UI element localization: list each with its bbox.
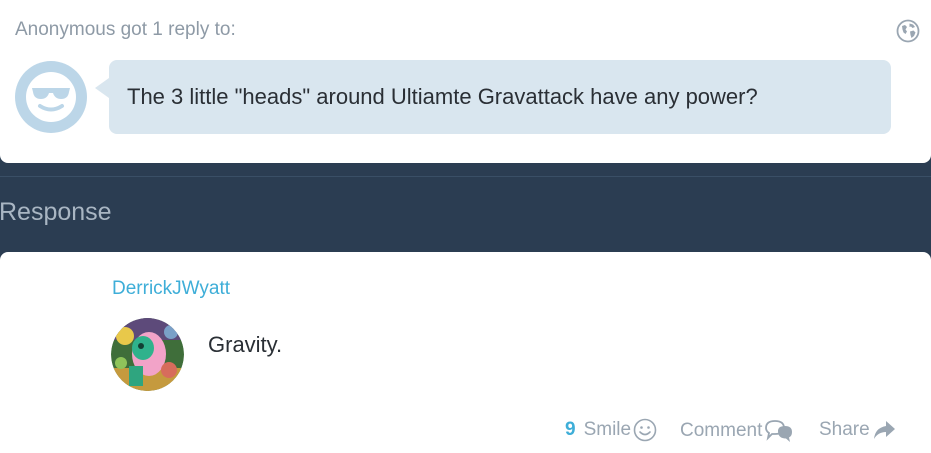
comment-bubbles-icon bbox=[765, 420, 793, 442]
answer-actions: 9 Smile Comment Share bbox=[0, 418, 931, 446]
response-section-title: Response bbox=[0, 198, 112, 226]
answer-author-link[interactable]: DerrickJWyatt bbox=[112, 278, 230, 300]
comment-button[interactable]: Comment bbox=[680, 418, 794, 444]
cool-face-icon bbox=[15, 61, 87, 133]
answer-card: DerrickJWyatt Gravity. 9 Smile Comment S… bbox=[0, 252, 931, 453]
smile-button[interactable]: 9 Smile bbox=[565, 418, 657, 442]
question-bubble: The 3 little "heads" around Ultiamte Gra… bbox=[95, 60, 891, 134]
comment-label: Comment bbox=[680, 420, 763, 441]
globe-icon[interactable] bbox=[896, 19, 920, 43]
avatar[interactable] bbox=[111, 318, 184, 391]
smile-icon bbox=[633, 418, 657, 442]
question-text: The 3 little "heads" around Ultiamte Gra… bbox=[127, 84, 758, 109]
question-card: Anonymous got 1 reply to: The 3 little "… bbox=[0, 0, 931, 163]
question-header: Anonymous got 1 reply to: bbox=[15, 19, 236, 40]
share-button[interactable]: Share bbox=[819, 418, 896, 442]
smile-count: 9 bbox=[565, 419, 576, 440]
share-label: Share bbox=[819, 419, 870, 440]
answer-text: Gravity. bbox=[208, 332, 283, 357]
smile-label: Smile bbox=[583, 419, 632, 440]
section-divider bbox=[0, 176, 931, 177]
share-arrow-icon bbox=[873, 421, 895, 439]
